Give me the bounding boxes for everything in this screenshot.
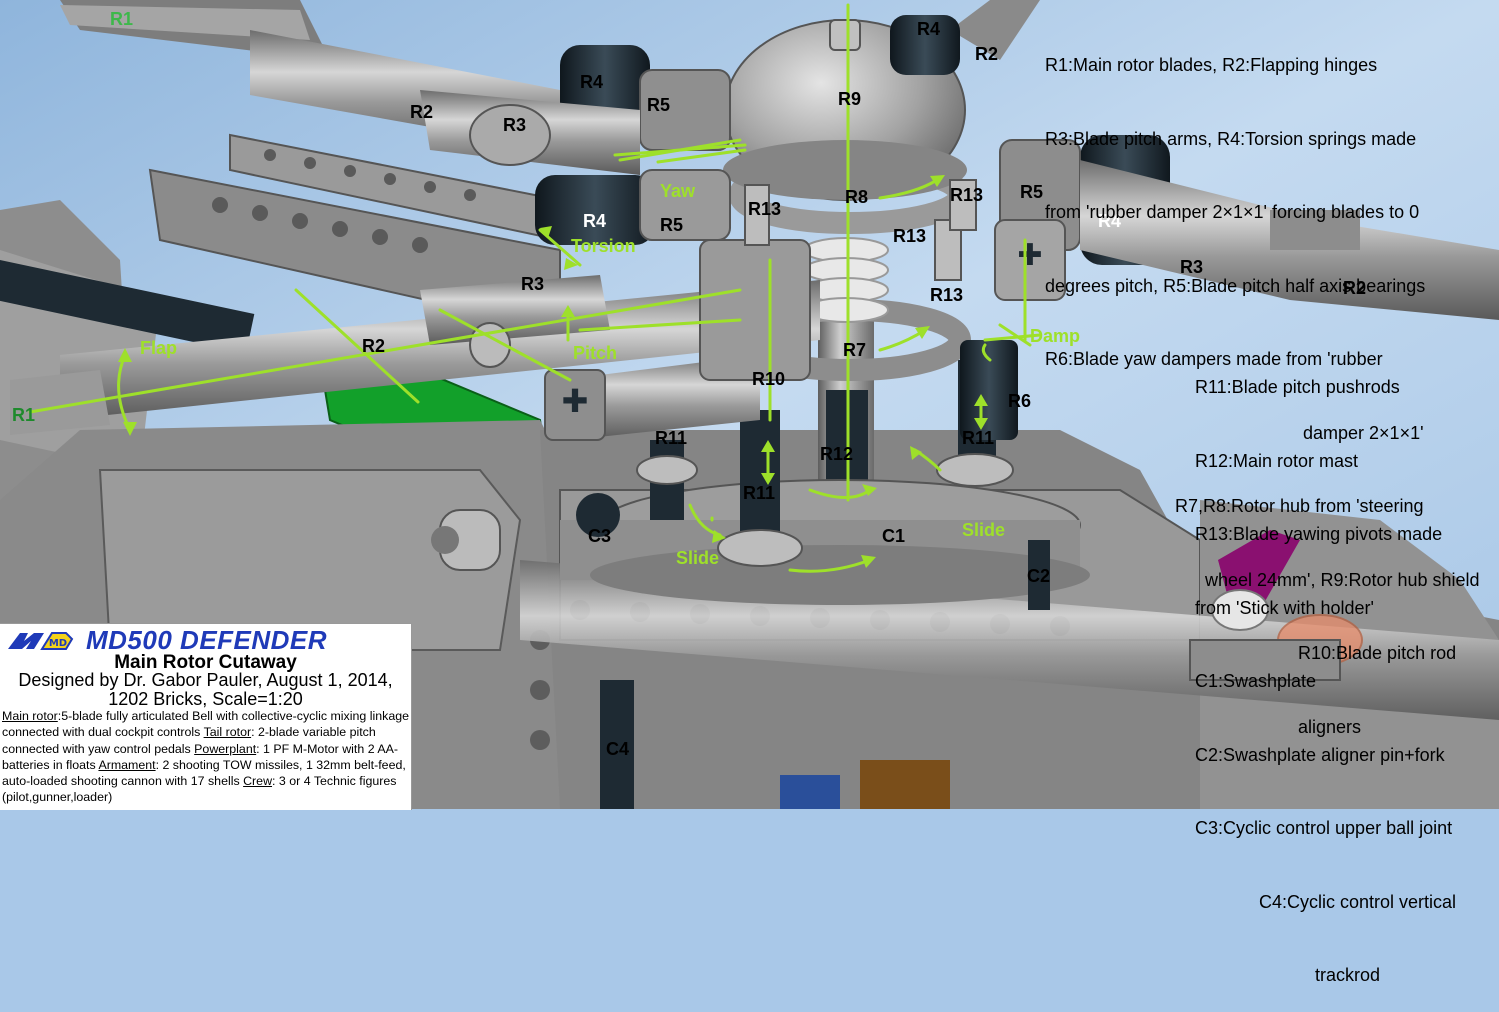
label-flap: Flap [140, 338, 178, 358]
logo-text: MD [49, 638, 67, 649]
label-r13-b: R13 [950, 185, 984, 205]
label-r3-a: R3 [503, 115, 527, 135]
label-r10: R10 [752, 369, 786, 389]
label-r6: R6 [1008, 391, 1032, 411]
legend-line: C4:Cyclic control vertical [1259, 891, 1457, 912]
label-r5-b: R5 [660, 215, 684, 235]
label-r3-b: R3 [521, 274, 545, 294]
label-yaw: Yaw [660, 181, 696, 201]
label-c1: C1 [882, 526, 906, 546]
label-r11-a: R11 [655, 428, 688, 448]
spec-heading-tail-rotor: Tail rotor [203, 725, 252, 740]
legend-line: C3:Cyclic control upper ball joint [1195, 818, 1453, 838]
label-c3: C3 [588, 526, 612, 546]
legend-line: trackrod [1315, 965, 1381, 985]
label-torsion: Torsion [571, 236, 636, 256]
label-r5-a: R5 [647, 95, 671, 115]
label-slide-b: Slide [962, 520, 1006, 540]
label-r4-a: R4 [580, 72, 604, 92]
legend-line: degrees pitch, R5:Blade pitch half axis … [1045, 275, 1426, 296]
label-r1-left: R1 [12, 405, 36, 425]
designer-line: 1202 Bricks, Scale=1:20 [108, 689, 303, 709]
spec-heading-powerplant: Powerplant [194, 741, 257, 756]
legend-line: C1:Swashplate [1195, 671, 1317, 691]
label-r5-c: R5 [1020, 182, 1044, 202]
title-box: MD MD500 DEFENDER Main Rotor Cutaway Des… [0, 623, 412, 810]
legend-line: from 'Stick with holder' [1195, 597, 1374, 618]
spec-heading-armament: Armament [98, 757, 156, 772]
label-r9: R9 [838, 89, 862, 109]
label-r13-c: R13 [893, 226, 927, 246]
legend-line: R1:Main rotor blades, R2:Flapping hinges [1045, 55, 1378, 75]
label-r13-d: R13 [930, 285, 964, 305]
label-r2-c: R2 [362, 336, 386, 356]
legend-line: R3:Blade pitch arms, R4:Torsion springs … [1045, 128, 1417, 149]
label-r11-c: R11 [962, 428, 995, 448]
label-r2-a: R2 [410, 102, 434, 122]
designer-line: Designed by Dr. Gabor Pauler, August 1, … [18, 670, 393, 690]
label-pitch: Pitch [573, 343, 618, 363]
label-r4-c: R4 [583, 211, 607, 231]
label-slide-a: Slide [676, 548, 720, 568]
legend-lower: R11:Blade pitch pushrods R12:Main rotor … [1195, 326, 1456, 1012]
svg-text:✚: ✚ [1017, 238, 1042, 273]
label-r1-top: R1 [110, 9, 134, 29]
legend-line: R12:Main rotor mast [1195, 450, 1359, 471]
svg-text:✚: ✚ [562, 382, 589, 420]
spec-heading-main-rotor: Main rotor [2, 709, 58, 723]
specifications: Main rotor:5-blade fully articulated Bel… [2, 708, 410, 806]
designer-credit: Designed by Dr. Gabor Pauler, August 1, … [0, 671, 411, 709]
label-r4-b: R4 [917, 19, 941, 39]
label-r8: R8 [845, 187, 869, 207]
label-r11-b: R11 [743, 483, 776, 503]
legend-line: R13:Blade yawing pivots made [1195, 524, 1443, 544]
legend-line: C2:Swashplate aligner pin+fork [1195, 744, 1445, 765]
label-r2-b: R2 [975, 44, 999, 64]
label-r13-a: R13 [748, 199, 782, 219]
spec-heading-crew: Crew [243, 774, 273, 789]
label-r12: R12 [820, 444, 854, 464]
legend-line: from 'rubber damper 2×1×1' forcing blade… [1045, 202, 1420, 222]
legend-line: R11:Blade pitch pushrods [1195, 377, 1400, 397]
label-r7: R7 [843, 340, 867, 360]
label-c4: C4 [606, 739, 630, 759]
md-logo: MD [4, 629, 78, 653]
